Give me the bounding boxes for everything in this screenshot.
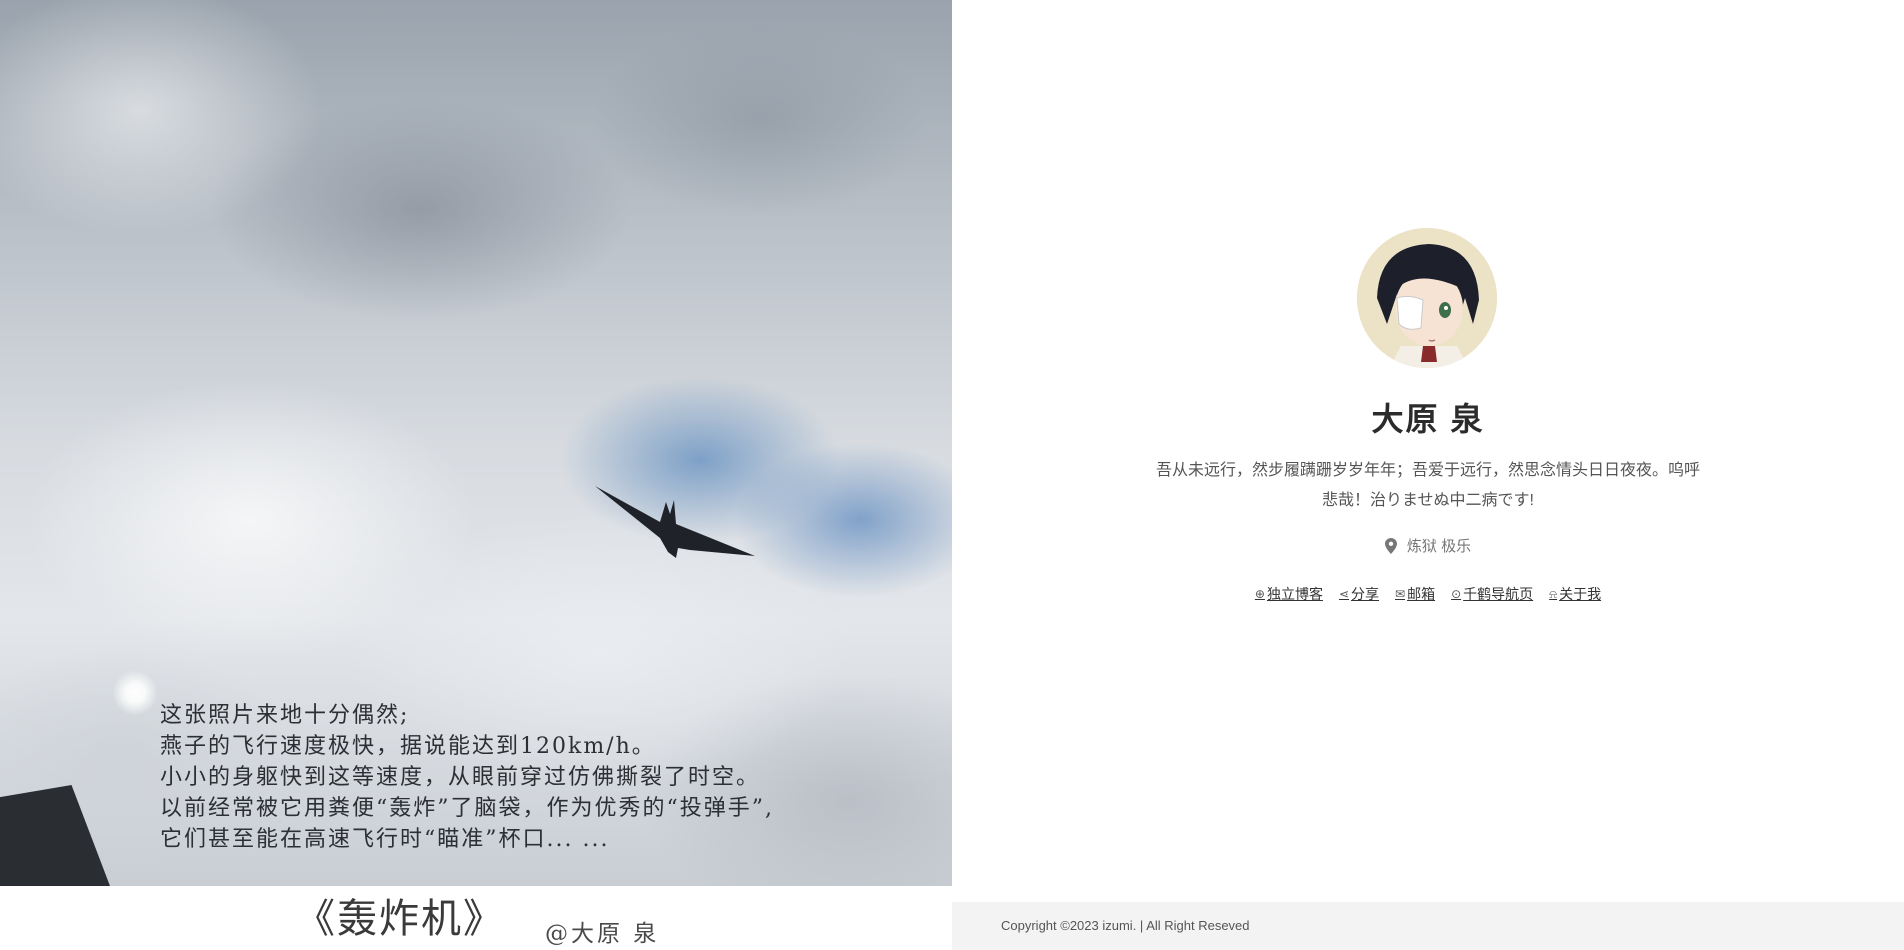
profile-links: ⊕ 独立博客 ⋖ 分享 ✉ 邮箱 ⊙ 千鹤导航页 ⍾ 关于我: [952, 584, 1904, 604]
copyright-text: Copyright ©2023 izumi. | All Right Resev…: [1001, 918, 1250, 933]
swallow-silhouette: [595, 486, 755, 558]
link-share[interactable]: ⋖ 分享: [1339, 584, 1379, 604]
profile-panel: 大原 泉 吾从未远行，然步履蹒跚岁岁年年；吾爱于远行，然思念情头日日夜夜。呜呼悲…: [952, 0, 1904, 950]
compass-icon: ⊙: [1451, 587, 1462, 601]
blog-icon: ⊕: [1254, 587, 1265, 601]
link-about[interactable]: ⍾ 关于我: [1549, 584, 1601, 604]
footer: Copyright ©2023 izumi. | All Right Resev…: [952, 902, 1904, 950]
photo-panel: 这张照片来地十分偶然; 燕子的飞行速度极快，据说能达到120km/h。 小小的身…: [0, 0, 952, 950]
rooftop-silhouette: [0, 785, 110, 886]
profile-location: 炼狱 极乐: [952, 535, 1904, 556]
sky-photo: 这张照片来地十分偶然; 燕子的飞行速度极快，据说能达到120km/h。 小小的身…: [0, 0, 952, 886]
avatar-illustration: [1357, 228, 1497, 368]
avatar: [1357, 228, 1497, 368]
link-label: 千鹤导航页: [1463, 586, 1534, 602]
link-blog[interactable]: ⊕ 独立博客: [1255, 584, 1323, 604]
poem-line: 小小的身躯快到这等速度，从眼前穿过仿佛撕裂了时空。: [160, 765, 761, 790]
poem-line: 这张照片来地十分偶然;: [160, 703, 410, 728]
poem-line: 燕子的飞行速度极快，据说能达到120km/h。: [160, 734, 656, 759]
bell-icon: ⍾: [1549, 586, 1558, 601]
poem-line: 它们甚至能在高速飞行时“瞄准”杯口... ...: [160, 827, 610, 852]
mail-icon: ✉: [1395, 587, 1406, 601]
link-label: 关于我: [1559, 586, 1602, 602]
link-mail[interactable]: ✉ 邮箱: [1395, 584, 1435, 604]
photo-poem: 这张照片来地十分偶然; 燕子的飞行速度极快，据说能达到120km/h。 小小的身…: [160, 700, 774, 855]
location-text: 炼狱 极乐: [1406, 538, 1472, 555]
photo-title: 《轰炸机》: [295, 896, 505, 942]
link-label: 分享: [1351, 586, 1380, 602]
profile-name: 大原 泉: [1371, 401, 1485, 437]
location-pin-icon: [1384, 537, 1397, 554]
profile-bio: 吾从未远行，然步履蹒跚岁岁年年；吾爱于远行，然思念情头日日夜夜。呜呼悲哉！治りま…: [1155, 462, 1700, 509]
link-label: 独立博客: [1266, 586, 1323, 602]
sun-glare: [112, 670, 158, 716]
photo-caption: 《轰炸机》 @大原 泉: [0, 886, 952, 950]
photo-author: @大原 泉: [545, 921, 660, 947]
poem-line: 以前经常被它用粪便“轰炸”了脑袋，作为优秀的“投弹手”,: [160, 796, 774, 821]
link-label: 邮箱: [1407, 586, 1436, 602]
share-icon: ⋖: [1338, 587, 1350, 601]
link-nav-page[interactable]: ⊙ 千鹤导航页: [1451, 584, 1533, 604]
